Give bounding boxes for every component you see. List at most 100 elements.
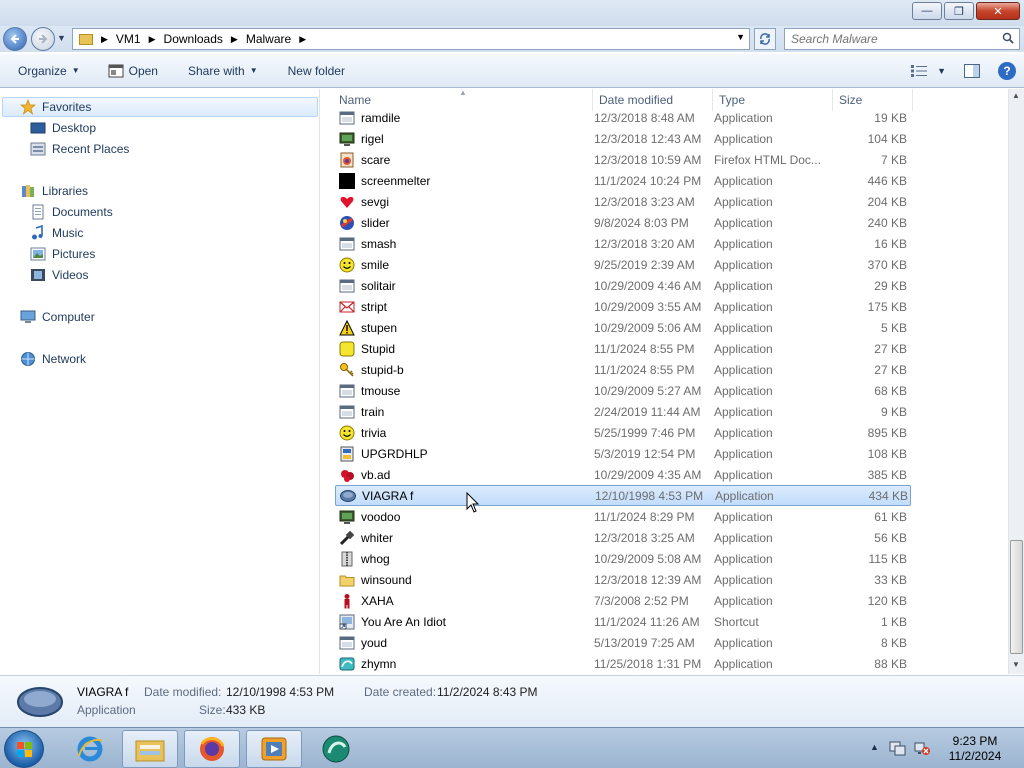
file-row[interactable]: tmouse 10/29/2009 5:27 AM Application 68 KB <box>335 380 911 401</box>
change-view-button[interactable]: ▼ <box>911 65 946 77</box>
address-bar[interactable]: ▶ VM1 ▶ Downloads ▶ Malware ▶ ▼ <box>72 28 750 50</box>
breadcrumb-downloads[interactable]: Downloads <box>164 32 223 46</box>
file-name: zhymn <box>361 656 397 671</box>
file-type: Application <box>714 341 773 356</box>
nav-documents[interactable]: Documents <box>30 202 113 222</box>
nav-music[interactable]: Music <box>30 223 83 243</box>
organize-button[interactable]: Organize ▼ <box>10 57 88 85</box>
details-date-modified-value: 12/10/1998 4:53 PM <box>226 685 335 699</box>
scroll-down-arrow-icon[interactable]: ▼ <box>1012 660 1020 669</box>
taskbar-firefox[interactable] <box>184 730 240 768</box>
file-size: 56 KB <box>874 530 907 545</box>
file-row[interactable]: stupid-b 11/1/2024 8:55 PM Application 27 K… <box>335 359 911 380</box>
forward-button[interactable] <box>31 27 55 51</box>
taskbar-app-teal[interactable] <box>308 730 364 768</box>
music-note-icon <box>32 225 43 240</box>
brush-icon <box>339 530 355 545</box>
minimize-button[interactable]: — <box>912 2 942 20</box>
file-row[interactable]: screenmelter 11/1/2024 10:24 PM Applicatio… <box>335 170 911 191</box>
vertical-scrollbar[interactable]: ▲ ▼ <box>1008 89 1024 674</box>
file-size: 385 KB <box>867 467 907 482</box>
details-date-created-label: Date created: <box>364 685 437 699</box>
file-row[interactable]: stript 10/29/2009 3:55 AM Application 175 K… <box>335 296 911 317</box>
file-name-cell: slider <box>335 215 594 231</box>
file-row[interactable]: rigel 12/3/2018 12:43 AM Application 104 KB <box>335 128 911 149</box>
file-row[interactable]: vb.ad 10/29/2009 4:35 AM Application 385 KB <box>335 464 911 485</box>
nav-pictures[interactable]: Pictures <box>30 244 95 264</box>
show-hidden-icons-icon[interactable]: ▲ <box>870 742 879 752</box>
file-row[interactable]: winsound 12/3/2018 12:39 AM Application 33 … <box>335 569 911 590</box>
start-button[interactable] <box>4 730 44 768</box>
nav-recent-places[interactable]: Recent Places <box>30 139 129 159</box>
file-size: 204 KB <box>867 194 907 209</box>
nav-network[interactable]: Network <box>20 349 86 369</box>
details-date-created-value: 11/2/2024 8:43 PM <box>437 685 538 699</box>
help-icon[interactable]: ? <box>998 62 1016 80</box>
breadcrumb-vm1[interactable]: VM1 <box>116 32 141 46</box>
share-with-button[interactable]: Share with ▼ <box>180 57 266 85</box>
file-row[interactable]: youd 5/13/2019 7:25 AM Application 8 KB <box>335 632 911 653</box>
scroll-up-arrow-icon[interactable]: ▲ <box>1012 91 1020 100</box>
chevron-right-icon[interactable]: ▶ <box>101 34 108 45</box>
file-row[interactable]: You Are An Idiot 11/1/2024 11:26 AM Shortc… <box>335 611 911 632</box>
file-row[interactable]: XAHA 7/3/2008 2:52 PM Application 120 KB <box>335 590 911 611</box>
chevron-right-icon[interactable]: ▶ <box>149 34 156 45</box>
window-controls: — ❐ ✕ <box>912 2 1020 20</box>
file-row[interactable]: trivia 5/25/1999 7:46 PM Application 895 KB <box>335 422 911 443</box>
search-box[interactable] <box>784 28 1020 50</box>
network-disconnected-icon[interactable] <box>913 740 931 756</box>
preview-pane-icon[interactable] <box>964 64 980 78</box>
back-button[interactable] <box>3 27 27 51</box>
file-date-modified: 11/1/2024 10:24 PM <box>594 173 702 188</box>
open-button[interactable]: Open <box>100 57 166 85</box>
file-row[interactable]: slider 9/8/2024 8:03 PM Application 240 KB <box>335 212 911 233</box>
taskbar-windows-explorer[interactable] <box>122 730 178 768</box>
details-file-name: VIAGRA f <box>77 685 129 699</box>
scrollbar-thumb[interactable] <box>1010 540 1023 654</box>
file-row[interactable]: voodoo 11/1/2024 8:29 PM Application 61 KB <box>335 506 911 527</box>
teal-app-icon <box>322 735 350 763</box>
file-size: 61 KB <box>874 509 907 524</box>
yellow-square-icon <box>339 341 355 356</box>
nav-libraries[interactable]: Libraries <box>20 181 88 201</box>
file-name-cell: smile <box>335 257 594 273</box>
action-center-icon[interactable] <box>889 740 907 756</box>
close-button[interactable]: ✕ <box>976 2 1020 20</box>
nav-computer[interactable]: Computer <box>20 307 95 327</box>
nav-favorites[interactable]: Favorites <box>20 97 91 117</box>
file-type: Application <box>714 404 773 419</box>
system-clock[interactable]: 9:23 PM 11/2/2024 <box>935 734 1015 764</box>
file-row[interactable]: ramdile 12/3/2018 8:48 AM Application 19 KB <box>335 107 911 128</box>
file-row[interactable]: stupen 10/29/2009 5:06 AM Application 5 KB <box>335 317 911 338</box>
file-size: 5 KB <box>880 320 907 335</box>
chevron-right-icon[interactable]: ▶ <box>299 34 306 45</box>
address-dropdown-icon[interactable]: ▼ <box>736 32 745 42</box>
file-row[interactable]: Stupid 11/1/2024 8:55 PM Application 27 KB <box>335 338 911 359</box>
nav-desktop[interactable]: Desktop <box>30 118 96 138</box>
nav-videos[interactable]: Videos <box>30 265 88 285</box>
file-row[interactable]: train 2/24/2019 11:44 AM Application 9 KB <box>335 401 911 422</box>
recent-pages-dropdown[interactable]: ▼ <box>57 33 66 43</box>
file-row[interactable]: solitair 10/29/2009 4:46 AM Application 29 … <box>335 275 911 296</box>
file-name: XAHA <box>361 593 394 608</box>
nav-label: Favorites <box>42 100 92 114</box>
taskbar-media-player[interactable] <box>246 730 302 768</box>
new-folder-button[interactable]: New folder <box>280 57 353 85</box>
search-icon[interactable] <box>1002 32 1014 44</box>
taskbar-internet-explorer[interactable] <box>62 730 118 768</box>
file-row[interactable]: scare 12/3/2018 10:59 AM Firefox HTML Doc.… <box>335 149 911 170</box>
file-type: Application <box>714 467 773 482</box>
file-row[interactable]: UPGRDHLP 5/3/2019 12:54 PM Application 108 … <box>335 443 911 464</box>
file-row[interactable]: zhymn 11/25/2018 1:31 PM Application 88 KB <box>335 653 911 674</box>
chevron-right-icon[interactable]: ▶ <box>231 34 238 45</box>
breadcrumb-malware[interactable]: Malware <box>246 32 291 46</box>
file-row[interactable]: smile 9/25/2019 2:39 AM Application 370 KB <box>335 254 911 275</box>
file-row[interactable]: smash 12/3/2018 3:20 AM Application 16 KB <box>335 233 911 254</box>
refresh-button[interactable] <box>754 28 776 50</box>
file-row[interactable]: whog 10/29/2009 5:08 AM Application 115 KB <box>335 548 911 569</box>
file-row[interactable]: whiter 12/3/2018 3:25 AM Application 56 KB <box>335 527 911 548</box>
maximize-button[interactable]: ❐ <box>944 2 974 20</box>
search-input[interactable] <box>791 32 991 46</box>
file-row[interactable]: sevgi 12/3/2018 3:23 AM Application 204 KB <box>335 191 911 212</box>
file-row[interactable]: VIAGRA f 12/10/1998 4:53 PM Application 434… <box>335 485 911 506</box>
